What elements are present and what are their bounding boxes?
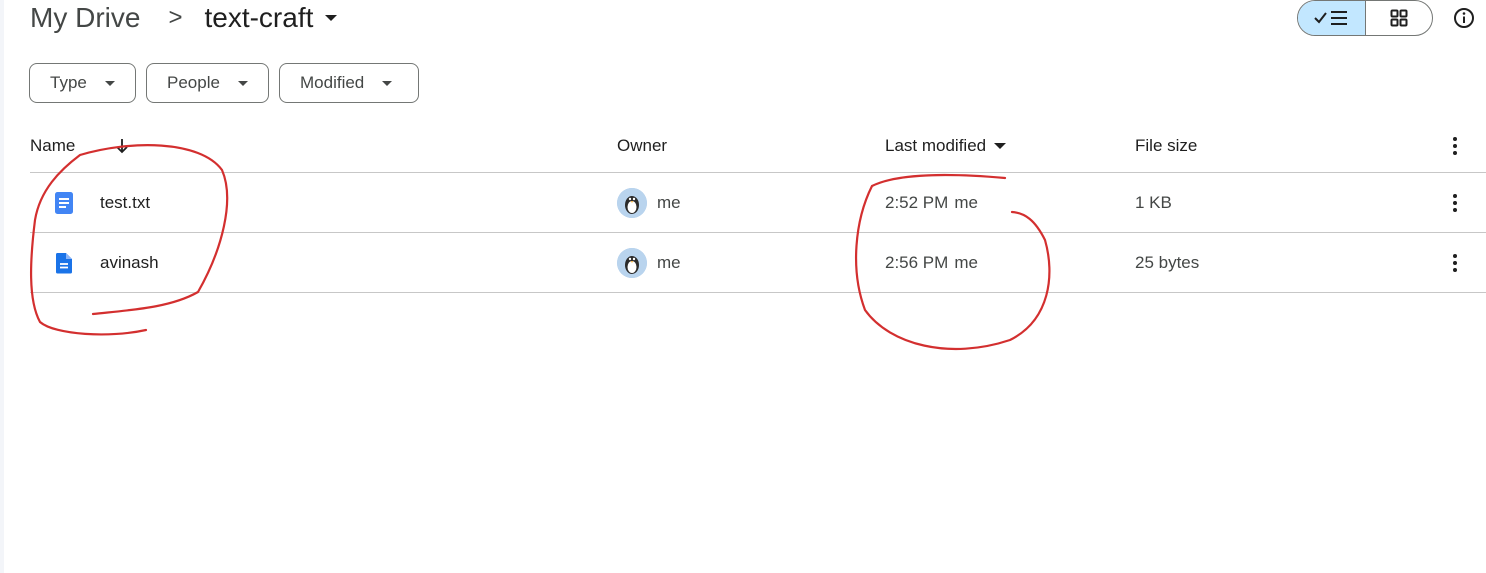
arrow-down-icon <box>116 139 128 154</box>
owner-cell: me <box>617 173 681 232</box>
file-size-cell: 1 KB <box>1135 173 1172 232</box>
list-view-button[interactable] <box>1298 1 1366 35</box>
last-modified-header-label: Last modified <box>885 136 987 155</box>
check-list-icon <box>1314 11 1348 25</box>
grid-view-button[interactable] <box>1366 1 1433 35</box>
people-filter-label: People <box>167 73 220 92</box>
table-header: Name Owner Last modified File size <box>30 120 1486 173</box>
file-name-cell: test.txt <box>30 173 150 232</box>
filter-chips: Type People Modified <box>29 63 419 103</box>
sort-caret-icon <box>994 143 1007 149</box>
table-row[interactable]: avinash me 2:56 PM me 25 bytes <box>30 233 1486 293</box>
row-more-actions-button[interactable] <box>1444 173 1466 232</box>
file-table: Name Owner Last modified File size test.… <box>30 120 1486 293</box>
penguin-avatar-icon <box>617 187 647 218</box>
breadcrumb-my-drive[interactable]: My Drive <box>30 2 140 34</box>
row-more-actions-button[interactable] <box>1444 233 1466 292</box>
name-header-label: Name <box>30 136 76 155</box>
file-name: test.txt <box>100 192 151 212</box>
modified-by: me <box>954 192 978 212</box>
owner-header-label: Owner <box>617 136 668 155</box>
google-doc-icon <box>52 191 76 215</box>
more-vert-icon <box>1453 137 1457 155</box>
file-size-header-label: File size <box>1135 136 1198 155</box>
file-size-cell: 25 bytes <box>1135 233 1199 292</box>
owner-name: me <box>657 252 681 272</box>
breadcrumb-separator: > <box>168 4 183 31</box>
table-row[interactable]: test.txt me 2:52 PM me 1 KB <box>30 173 1486 233</box>
owner-column-header[interactable]: Owner <box>617 120 667 172</box>
last-modified-column-header[interactable]: Last modified <box>885 120 1007 172</box>
folder-title: text-craft <box>204 2 314 33</box>
file-name-cell: avinash <box>30 233 159 292</box>
owner-name: me <box>657 192 681 212</box>
grid-icon <box>1390 9 1408 27</box>
dropdown-caret-icon <box>237 80 248 86</box>
file-text-icon <box>52 251 76 275</box>
dropdown-caret-icon <box>104 80 115 86</box>
name-column-header[interactable]: Name <box>30 120 129 172</box>
breadcrumb: My Drive > text-craft <box>30 0 338 36</box>
info-icon <box>1454 8 1474 28</box>
file-size: 25 bytes <box>1135 252 1200 272</box>
avatar <box>617 247 647 278</box>
details-info-button[interactable] <box>1452 6 1476 30</box>
folder-menu-caret-icon <box>325 15 338 21</box>
type-filter-label: Type <box>50 73 87 92</box>
more-vert-icon <box>1453 193 1457 212</box>
file-size-column-header[interactable]: File size <box>1135 120 1197 172</box>
modified-time: 2:56 PM <box>885 252 949 272</box>
modified-filter-label: Modified <box>300 73 365 92</box>
sort-direction-button[interactable] <box>115 138 129 154</box>
column-options-button[interactable] <box>1444 120 1466 172</box>
dropdown-caret-icon <box>382 80 393 86</box>
drive-page: My Drive > text-craft Type People Modifi… <box>0 0 1486 573</box>
file-name: avinash <box>100 252 159 272</box>
avatar <box>617 187 647 218</box>
modified-by: me <box>954 252 978 272</box>
view-toggle <box>1297 0 1433 36</box>
people-filter-chip[interactable]: People <box>146 63 269 103</box>
breadcrumb-current-folder[interactable]: text-craft <box>204 2 338 34</box>
last-modified-cell: 2:56 PM me <box>885 233 978 292</box>
penguin-avatar-icon <box>617 247 647 278</box>
last-modified-cell: 2:52 PM me <box>885 173 978 232</box>
type-filter-chip[interactable]: Type <box>29 63 136 103</box>
file-size: 1 KB <box>1135 192 1172 212</box>
more-vert-icon <box>1453 253 1457 272</box>
modified-filter-chip[interactable]: Modified <box>279 63 419 103</box>
owner-cell: me <box>617 233 681 292</box>
left-panel-edge <box>0 0 4 573</box>
modified-time: 2:52 PM <box>885 192 949 212</box>
